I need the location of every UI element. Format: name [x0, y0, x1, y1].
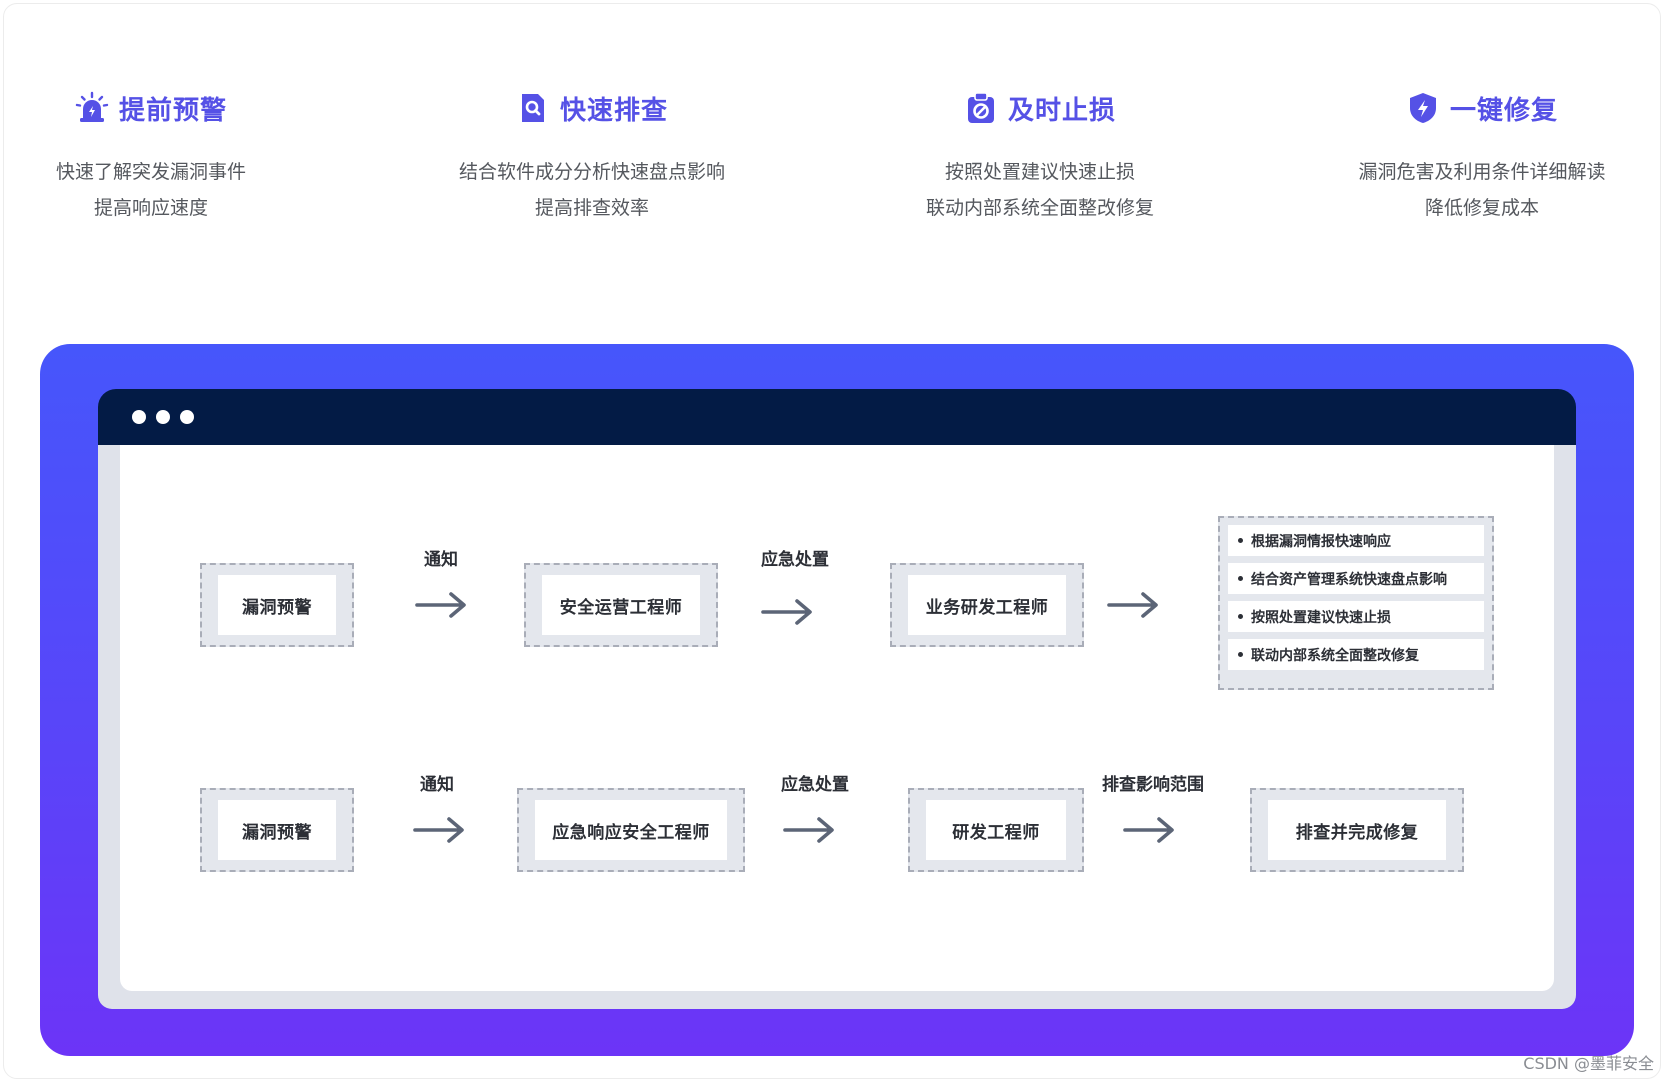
flow1-node-biz-dev-engineer: 业务研发工程师	[890, 563, 1084, 647]
feature-title: 及时止损	[1007, 95, 1116, 126]
flow2-edge-label-notify: 通知	[420, 775, 454, 795]
action-text: 结合资产管理系统快速盘点影响	[1251, 571, 1447, 588]
flow1-edge-label-notify: 通知	[424, 550, 458, 570]
bullet-icon	[1238, 614, 1243, 619]
feature-desc-line: 降低修复成本	[1424, 197, 1539, 219]
bullet-icon	[1238, 652, 1243, 657]
watermark: CSDN @墨菲安全	[1523, 1054, 1654, 1073]
node-label: 业务研发工程师	[908, 575, 1066, 635]
flow1-action-list: 根据漏洞情报快速响应 结合资产管理系统快速盘点影响 按照处置建议快速止损 联动内…	[1218, 516, 1494, 690]
action-text: 按照处置建议快速止损	[1251, 609, 1391, 626]
node-label: 应急响应安全工程师	[535, 800, 727, 860]
window-body: 漏洞预警 通知 安全运营工程师 应急处置 业务研发工程师 根据漏洞情报快速响应 …	[98, 445, 1576, 1009]
flow1-node-sec-ops-engineer: 安全运营工程师	[524, 563, 718, 647]
flow2-edge-label-emergency: 应急处置	[781, 775, 849, 795]
feature-desc-line: 漏洞危害及利用条件详细解读	[1358, 161, 1606, 183]
arrow-right-icon	[760, 597, 814, 627]
node-label: 漏洞预警	[218, 575, 336, 635]
feature-desc-line: 提高响应速度	[93, 197, 208, 219]
shield-bolt-icon	[1406, 91, 1440, 125]
node-label: 排查并完成修复	[1268, 800, 1446, 860]
search-doc-icon	[516, 91, 550, 125]
node-label: 漏洞预警	[218, 800, 336, 860]
feature-desc-line: 联动内部系统全面整改修复	[925, 197, 1154, 219]
bullet-icon	[1238, 576, 1243, 581]
flow2-edge-label-scope: 排查影响范围	[1102, 775, 1204, 795]
node-label: 研发工程师	[926, 800, 1066, 860]
feature-quick-investigation: 快速排查 结合软件成分分析快速盘点影响 提高排查效率	[392, 88, 792, 226]
flow2-node-er-sec-engineer: 应急响应安全工程师	[517, 788, 745, 872]
window-dot-icon	[180, 410, 194, 424]
arrow-right-icon	[1122, 815, 1176, 845]
flow2-node-dev-engineer: 研发工程师	[908, 788, 1084, 872]
feature-desc-line: 快速了解突发漏洞事件	[55, 161, 246, 183]
feature-desc-line: 提高排查效率	[534, 197, 649, 219]
flow1-edge-label-emergency: 应急处置	[761, 550, 829, 570]
list-item: 按照处置建议快速止损	[1228, 601, 1484, 632]
feature-desc-line: 按照处置建议快速止损	[944, 161, 1135, 183]
flow2-node-vuln-alert: 漏洞预警	[200, 788, 354, 872]
list-item: 根据漏洞情报快速响应	[1228, 525, 1484, 556]
feature-desc-line: 结合软件成分分析快速盘点影响	[458, 161, 725, 183]
gradient-panel: 漏洞预警 通知 安全运营工程师 应急处置 业务研发工程师 根据漏洞情报快速响应 …	[40, 344, 1634, 1056]
arrow-right-icon	[782, 815, 836, 845]
list-item: 联动内部系统全面整改修复	[1228, 639, 1484, 670]
feature-timely-loss-stop: 及时止损 按照处置建议快速止损 联动内部系统全面整改修复	[840, 88, 1240, 226]
flow-canvas: 漏洞预警 通知 安全运营工程师 应急处置 业务研发工程师 根据漏洞情报快速响应 …	[120, 445, 1554, 991]
arrow-right-icon	[412, 815, 466, 845]
window-titlebar	[98, 389, 1576, 445]
window-dot-icon	[156, 410, 170, 424]
browser-window: 漏洞预警 通知 安全运营工程师 应急处置 业务研发工程师 根据漏洞情报快速响应 …	[98, 389, 1576, 1009]
feature-one-click-fix: 一键修复 漏洞危害及利用条件详细解读 降低修复成本	[1282, 88, 1666, 226]
feature-early-warning: 提前预警 快速了解突发漏洞事件 提高响应速度	[0, 88, 351, 226]
node-label: 安全运营工程师	[542, 575, 700, 635]
window-dot-icon	[132, 410, 146, 424]
feature-title: 一键修复	[1449, 95, 1558, 126]
feature-title: 快速排查	[559, 95, 668, 126]
flow2-node-fix-complete: 排查并完成修复	[1250, 788, 1464, 872]
bullet-icon	[1238, 538, 1243, 543]
stop-clipboard-icon	[964, 91, 998, 125]
list-item: 结合资产管理系统快速盘点影响	[1228, 563, 1484, 594]
flow1-node-vuln-alert: 漏洞预警	[200, 563, 354, 647]
arrow-right-icon	[1106, 590, 1160, 620]
arrow-right-icon	[414, 590, 468, 620]
action-text: 联动内部系统全面整改修复	[1251, 647, 1419, 664]
action-text: 根据漏洞情报快速响应	[1251, 533, 1391, 550]
alarm-icon	[75, 91, 109, 125]
feature-title: 提前预警	[118, 95, 227, 126]
